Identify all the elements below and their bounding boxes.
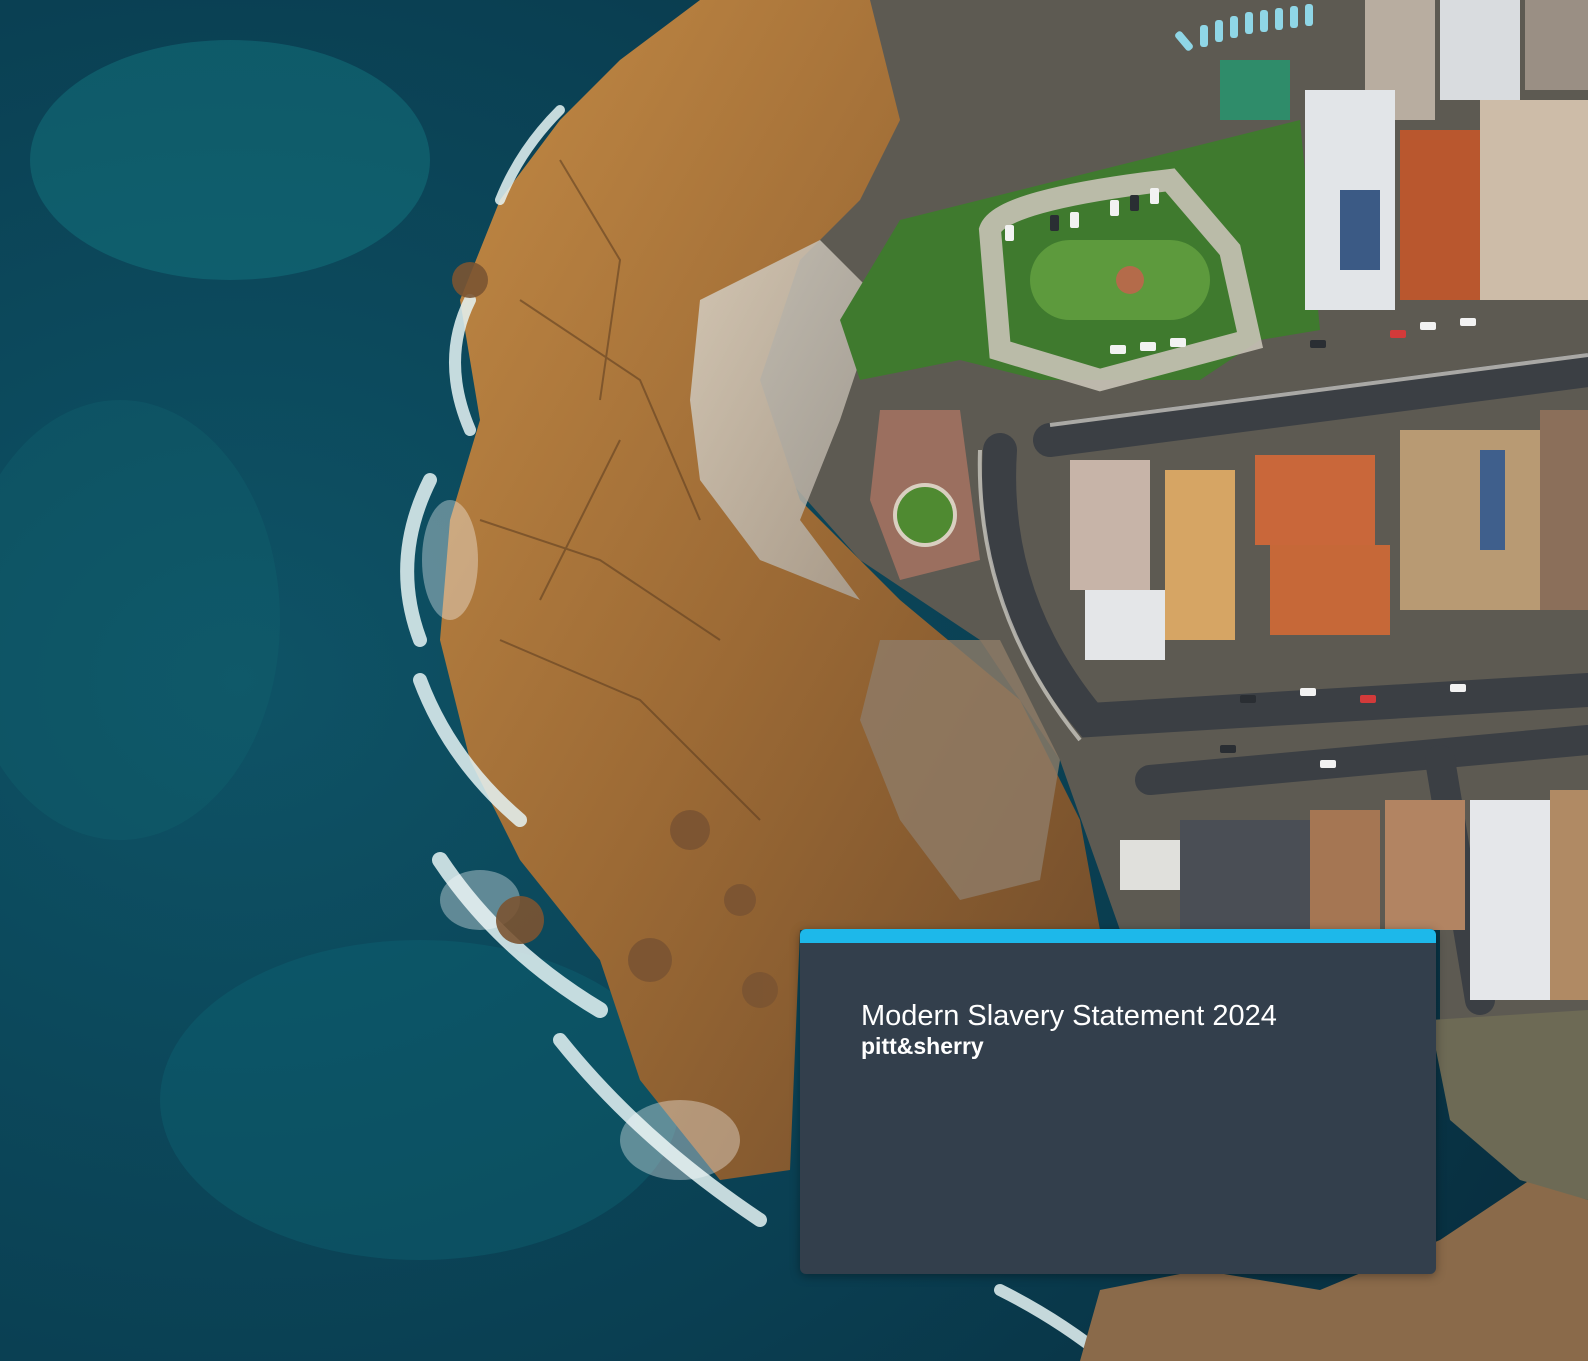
document-title: Modern Slavery Statement 2024 — [861, 1000, 1277, 1032]
report-cover-page: Modern Slavery Statement 2024 pitt&sherr… — [0, 0, 1588, 1361]
cover-title-card: Modern Slavery Statement 2024 pitt&sherr… — [800, 929, 1436, 1274]
accent-bar — [800, 929, 1436, 943]
company-name: pitt&sherry — [861, 1033, 984, 1059]
